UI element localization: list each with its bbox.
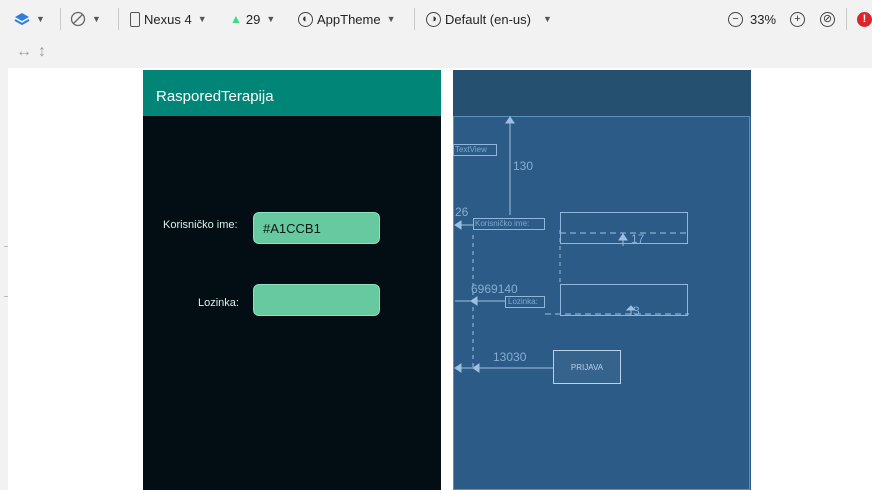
- locale-dropdown[interactable]: ◑ Default (en-us) ▼: [426, 9, 552, 29]
- theme-name: AppTheme: [317, 11, 381, 27]
- device-icon: [130, 11, 140, 27]
- chevron-down-icon: ▼: [266, 14, 276, 24]
- constraint-toolbar: [0, 38, 872, 66]
- password-baseline-label: 3: [633, 304, 640, 318]
- rotate-icon: [70, 11, 86, 27]
- toolbar-divider: [60, 8, 61, 30]
- chevron-down-icon: ▼: [542, 14, 552, 24]
- username-label-blueprint: Korisničko ime:: [475, 219, 530, 228]
- layers-dropdown[interactable]: ▼: [14, 9, 45, 29]
- design-view[interactable]: RasporedTerapija Korisničko ime: #A1CCB1…: [143, 70, 441, 490]
- chevron-down-icon: ▼: [36, 14, 45, 24]
- toolbar-divider: [118, 8, 119, 30]
- zoom-out-button[interactable]: −: [728, 9, 743, 29]
- blueprint-view[interactable]: TextView Korisničko ime: Lozinka: PRIJAV…: [453, 70, 751, 490]
- toolbar-divider: [414, 8, 415, 30]
- zoom-value: 33%: [750, 11, 777, 27]
- chevron-down-icon: ▼: [386, 14, 396, 24]
- vertical-resize-icon[interactable]: ↕: [38, 43, 46, 61]
- horizontal-resize-icon[interactable]: ↔: [16, 43, 32, 61]
- password-margin-label: 6969140: [471, 282, 518, 296]
- zoom-in-button[interactable]: +: [790, 9, 805, 29]
- orientation-dropdown[interactable]: ▼: [70, 9, 101, 29]
- zoom-fit-icon: ⊘: [820, 11, 835, 27]
- password-label-blueprint: Lozinka:: [508, 297, 538, 306]
- zoom-out-icon: −: [728, 11, 743, 27]
- device-dropdown[interactable]: Nexus 4 ▼: [130, 9, 207, 29]
- button-margin-label: 13030: [493, 350, 527, 364]
- api-level: 29: [245, 11, 261, 27]
- theme-dropdown[interactable]: ◐ AppTheme ▼: [298, 9, 396, 29]
- ruler-mark: [4, 296, 8, 297]
- app-title: RasporedTerapija: [156, 88, 274, 105]
- error-icon: !: [857, 11, 872, 27]
- constraint-lines: [454, 116, 689, 373]
- device-name: Nexus 4: [144, 11, 192, 27]
- theme-icon: ◐: [298, 11, 313, 27]
- zoom-level: 33%: [750, 9, 776, 29]
- username-input[interactable]: #A1CCB1: [253, 212, 380, 244]
- margin-top-label: 130: [513, 159, 534, 173]
- android-api-icon: ▲: [230, 12, 242, 26]
- chevron-down-icon: ▼: [92, 14, 101, 24]
- design-toolbar: ▼ ▼ Nexus 4 ▼ ▲ 29 ▼ ◐ AppTheme ▼ ◑ Defa…: [0, 0, 872, 38]
- locale-name: Default (en-us): [445, 11, 531, 27]
- ruler-mark: [4, 246, 8, 247]
- username-input-box[interactable]: [560, 212, 688, 244]
- password-input-box[interactable]: [560, 284, 688, 316]
- toolbar-divider: [846, 8, 847, 30]
- margin-left-label: 26: [455, 205, 469, 219]
- app-bar: RasporedTerapija: [143, 70, 441, 116]
- textview-label: TextView: [455, 145, 487, 154]
- error-indicator[interactable]: !: [857, 9, 872, 29]
- zoom-in-icon: +: [790, 11, 805, 27]
- password-input[interactable]: [253, 284, 380, 316]
- layers-icon: [14, 13, 30, 26]
- api-level-dropdown[interactable]: ▲ 29 ▼: [230, 9, 275, 29]
- baseline-offset-label: 17: [631, 232, 645, 246]
- password-label: Lozinka:: [198, 297, 239, 309]
- username-label: Korisničko ime:: [163, 219, 238, 231]
- chevron-down-icon: ▼: [197, 14, 207, 24]
- login-button-label: PRIJAVA: [570, 362, 604, 372]
- login-button-blueprint[interactable]: PRIJAVA: [553, 350, 621, 384]
- globe-icon: ◑: [426, 11, 441, 27]
- zoom-fit-button[interactable]: ⊘: [820, 9, 835, 29]
